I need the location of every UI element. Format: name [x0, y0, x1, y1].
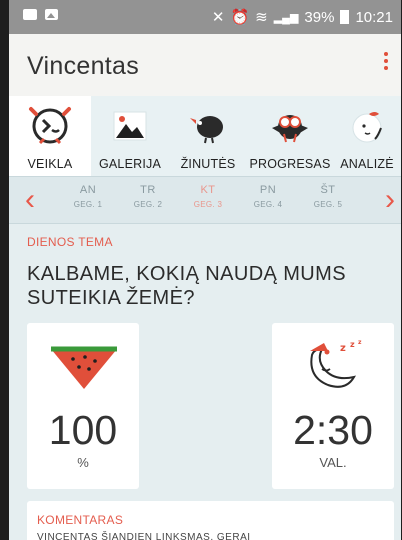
svg-text:z: z — [340, 343, 346, 354]
day-item[interactable]: ŠT GEG. 5 — [303, 184, 353, 209]
gallery-notification-icon — [45, 9, 58, 20]
overflow-menu-icon[interactable] — [383, 52, 389, 73]
clock-face-icon — [29, 107, 71, 145]
day-selector: ‹ AN GEG. 1 TR GEG. 2 KT GEG. 3 PN GEG. … — [9, 176, 401, 224]
day-item[interactable]: AN GEG. 1 — [63, 184, 113, 209]
svg-text:z: z — [350, 340, 355, 349]
mute-icon: ✕ — [211, 9, 225, 26]
image-icon — [113, 111, 147, 141]
alarm-icon: ⏰ — [230, 9, 250, 26]
notification-icon — [23, 9, 37, 20]
watermelon-icon — [51, 346, 117, 389]
app-title: Vincentas — [27, 52, 140, 80]
tab-label: ANALIZĖ — [340, 157, 394, 171]
comment-card[interactable]: KOMENTARAS VINCENTAS ŠIANDIEN LINKSMAS, … — [27, 501, 394, 540]
tab-progresas[interactable]: PROGRESAS — [247, 96, 333, 176]
bird-icon — [190, 116, 223, 144]
prev-day-arrow-icon[interactable]: ‹ — [25, 185, 35, 215]
apple-icon — [352, 112, 382, 143]
battery-percent: 39% — [304, 8, 335, 26]
theme-label: DIENOS TEMA — [27, 235, 113, 249]
wifi-icon: ≋ — [255, 9, 268, 26]
tab-label: ŽINUTĖS — [180, 157, 236, 171]
day-item[interactable]: TR GEG. 2 — [123, 184, 173, 209]
card-unit: % — [77, 455, 89, 470]
tab-label: VEIKLA — [27, 157, 73, 171]
theme-text: KALBAME, KOKIĄ NAUDĄ MUMS SUTEIKIA ŽEMĖ? — [27, 263, 346, 309]
battery-icon — [340, 10, 350, 24]
comment-label: KOMENTARAS — [37, 513, 124, 527]
tab-label: GALERIJA — [98, 157, 162, 171]
next-day-arrow-icon[interactable]: › — [385, 185, 395, 215]
day-item[interactable]: PN GEG. 4 — [243, 184, 293, 209]
owl-icon — [272, 115, 308, 143]
clock-time: 10:21 — [355, 8, 393, 26]
app-bar: Vincentas — [9, 34, 401, 96]
tab-label: PROGRESAS — [249, 157, 331, 171]
tab-veikla[interactable]: VEIKLA — [9, 96, 91, 176]
status-bar: ✕ ⏰ ≋ ▂▄▆ 39% 10:21 — [9, 0, 401, 34]
tab-analize[interactable]: ANALIZĖ — [333, 96, 401, 176]
tab-bar: VEIKLA GALERIJA ŽINUTĖS PROGRESAS ANALIZ… — [9, 96, 401, 176]
signal-icon: ▂▄▆ — [273, 11, 299, 24]
card-value: 2:30 — [293, 407, 373, 453]
app-screen: ✕ ⏰ ≋ ▂▄▆ 39% 10:21 Vincentas VEIKLA GAL… — [9, 0, 401, 540]
sleep-card[interactable]: z z z 2:30 VAL. — [272, 323, 394, 489]
svg-text:z: z — [358, 339, 362, 346]
tab-galerija[interactable]: GALERIJA — [91, 96, 169, 176]
activity-card[interactable]: 100 % — [27, 323, 139, 489]
comment-text: VINCENTAS ŠIANDIEN LINKSMAS, GERAI — [37, 532, 251, 540]
tab-zinutes[interactable]: ŽINUTĖS — [169, 96, 247, 176]
card-value: 100 — [48, 407, 118, 453]
card-unit: VAL. — [319, 455, 347, 470]
day-item-selected[interactable]: KT GEG. 3 — [183, 184, 233, 209]
sleeping-moon-icon: z z z — [310, 339, 362, 388]
